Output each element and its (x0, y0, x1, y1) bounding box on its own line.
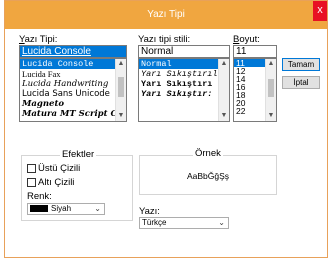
scroll-down-icon[interactable]: ▼ (219, 111, 229, 121)
scroll-down-icon[interactable]: ▼ (116, 111, 126, 121)
style-item-semicondensed-bold-italic[interactable]: Yarı Sıkıştır: (139, 89, 218, 99)
scroll-up-icon[interactable]: ▲ (219, 59, 229, 69)
font-dialog: Yazı Tipi x Yazı Tipi: Lucida Console Lu… (4, 0, 328, 258)
color-label: Renk: (27, 191, 52, 202)
scroll-thumb[interactable] (268, 79, 274, 97)
sample-text: AaBbĞğŞş (186, 171, 230, 181)
scroll-up-icon[interactable]: ▲ (266, 59, 276, 69)
strikeout-label: Üstü Çizili (38, 163, 81, 174)
size-item[interactable]: 14 (234, 75, 265, 83)
font-item-lucida-fax[interactable]: Lucida Fax (20, 69, 115, 79)
font-list-scrollbar[interactable]: ▲ ▼ (115, 59, 126, 121)
style-label: Yazı tipi stili: (138, 34, 191, 45)
checkbox-box[interactable] (27, 164, 36, 173)
size-item[interactable]: 20 (234, 99, 265, 107)
sample-title: Örnek (193, 148, 223, 159)
close-button[interactable]: x (313, 1, 327, 21)
font-label: Yazı Tipi: (19, 34, 58, 45)
scroll-down-icon[interactable]: ▼ (266, 111, 276, 121)
style-item-semicondensed[interactable]: Yarı Sıkıştırıl (139, 69, 218, 79)
strikeout-checkbox[interactable]: Üstü Çizili (27, 163, 80, 174)
font-item-magneto[interactable]: Magneto (20, 99, 115, 109)
color-value: Siyah (51, 204, 72, 213)
font-item-lucida-handwriting[interactable]: Lucida Handwriting (20, 79, 115, 89)
size-item[interactable]: 16 (234, 83, 265, 91)
style-item-semicondensed-bold[interactable]: Yarı Sıkıştırı (139, 79, 218, 89)
font-item-matura-mt-script[interactable]: Matura MT Script Capi (20, 109, 115, 119)
underline-checkbox[interactable]: Altı Çizili (27, 177, 74, 188)
script-combobox[interactable]: Türkçe ⌄ (139, 217, 229, 229)
cancel-button[interactable]: İptal (282, 76, 320, 89)
size-list-scrollbar[interactable]: ▲ ▼ (265, 59, 276, 121)
font-input[interactable]: Lucida Console (19, 45, 127, 58)
size-item[interactable]: 11 (234, 59, 265, 67)
checkbox-box[interactable] (27, 178, 36, 187)
dialog-title: Yazı Tipi (147, 9, 185, 20)
color-combobox[interactable]: Siyah ⌄ (27, 203, 105, 215)
style-item-normal[interactable]: Normal (139, 59, 218, 69)
color-swatch (30, 205, 48, 213)
underline-label: Altı Çizili (38, 177, 75, 188)
scroll-thumb[interactable] (118, 77, 124, 97)
font-item-lucida-sans-unicode[interactable]: Lucida Sans Unicode (20, 89, 115, 99)
font-list[interactable]: Lucida Console Lucida Fax Lucida Handwri… (19, 58, 127, 122)
effects-title: Efektler (60, 149, 97, 160)
title-bar[interactable]: Yazı Tipi x (5, 1, 327, 29)
scroll-up-icon[interactable]: ▲ (116, 59, 126, 69)
script-label: Yazı: (139, 206, 160, 217)
size-item[interactable]: 22 (234, 107, 265, 115)
size-label: Boyut: (233, 34, 260, 45)
style-input[interactable]: Normal (138, 45, 230, 58)
ok-button[interactable]: Tamam (282, 58, 320, 71)
style-list-scrollbar[interactable]: ▲ ▼ (218, 59, 229, 121)
size-list[interactable]: 11 12 14 16 18 20 22 ▲ ▼ (233, 58, 277, 122)
size-item[interactable]: 18 (234, 91, 265, 99)
style-list[interactable]: Normal Yarı Sıkıştırıl Yarı Sıkıştırı Ya… (138, 58, 230, 122)
chevron-down-icon[interactable]: ⌄ (94, 204, 101, 214)
size-item[interactable]: 12 (234, 67, 265, 75)
size-input[interactable]: 11 (233, 45, 277, 58)
script-value: Türkçe (142, 218, 167, 227)
font-item-lucida-console[interactable]: Lucida Console (20, 59, 115, 69)
chevron-down-icon[interactable]: ⌄ (218, 218, 225, 228)
